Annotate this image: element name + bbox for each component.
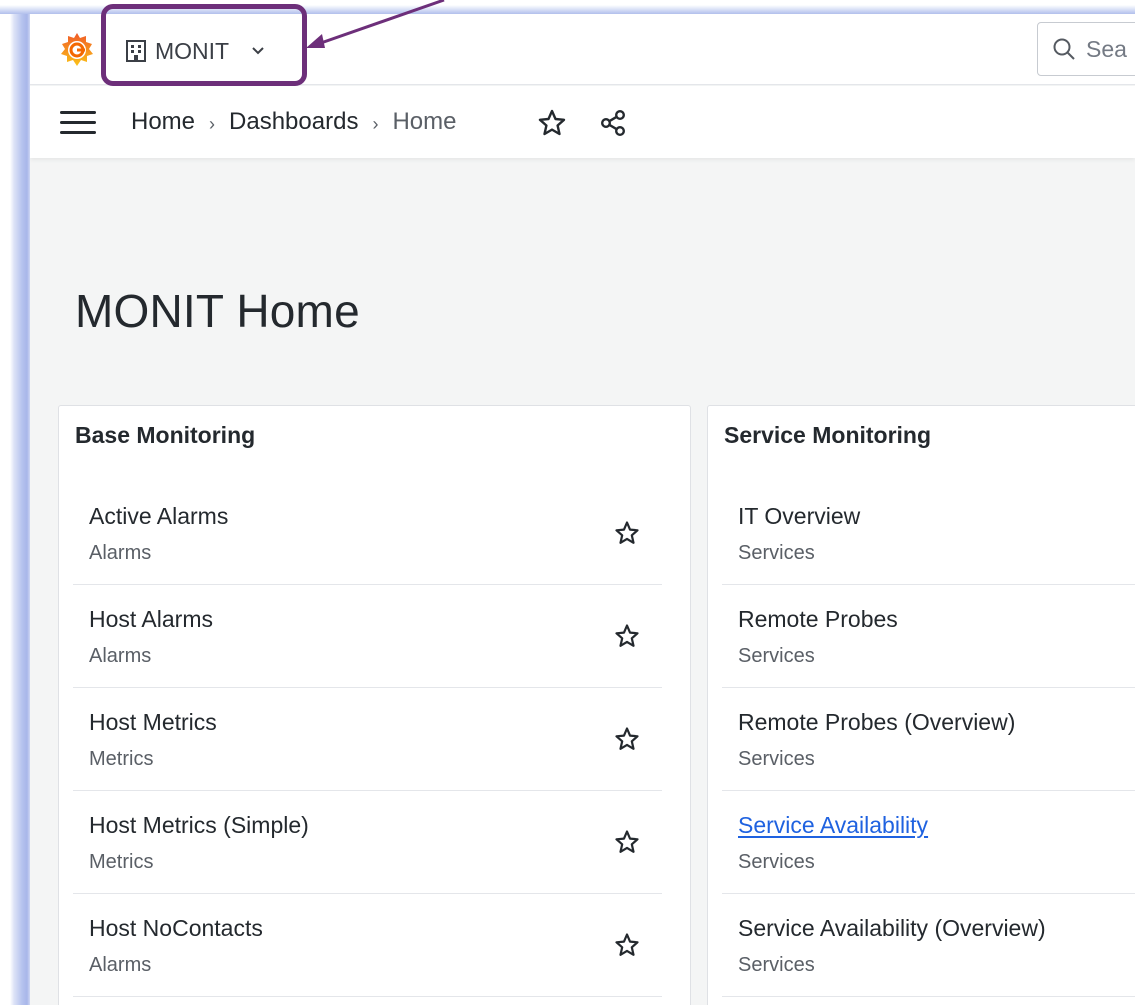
panel-base-monitoring: Base Monitoring Active Alarms Alarms Host … — [58, 405, 691, 1005]
breadcrumb-current: Home — [392, 108, 457, 135]
dashboard-folder: Services — [738, 851, 815, 873]
chevron-right-icon: › — [372, 113, 379, 134]
dashboard-folder: Services — [738, 542, 815, 564]
star-icon[interactable] — [614, 623, 640, 649]
list-item[interactable]: IT Overview Services — [722, 482, 1135, 585]
dashboard-folder: Alarms — [89, 645, 152, 667]
search-input[interactable]: Sea — [1037, 22, 1135, 76]
panel-service-monitoring: Service Monitoring IT Overview Services Re… — [707, 405, 1135, 1005]
dashboard-title[interactable]: IT Overview — [738, 503, 860, 530]
dashboard-folder: Services — [738, 645, 815, 667]
grafana-logo-icon[interactable] — [58, 31, 96, 69]
dashboard-folder: Alarms — [89, 954, 152, 976]
dashboard-title[interactable]: Active Alarms — [89, 503, 228, 530]
star-icon[interactable] — [614, 932, 640, 958]
search-placeholder: Sea — [1086, 35, 1127, 62]
panel-title: Base Monitoring — [75, 422, 256, 448]
breadcrumb: Home › Dashboards › Home — [131, 104, 456, 140]
dashboard-title[interactable]: Host Metrics — [89, 709, 217, 736]
list-item[interactable]: Remote Probes (Overview) Services — [722, 688, 1135, 791]
screenshot: MONIT Sea Home › Dashboards › Home MONIT… — [0, 0, 1135, 1005]
list-item[interactable]: Host NoContacts Alarms — [73, 894, 662, 997]
star-icon[interactable] — [614, 829, 640, 855]
share-icon[interactable] — [598, 108, 628, 138]
dashboard-title[interactable]: Remote Probes — [738, 606, 898, 633]
dashboard-title[interactable]: Remote Probes (Overview) — [738, 709, 1015, 736]
list-item[interactable]: Host Alarms Alarms — [73, 585, 662, 688]
dashboard-title[interactable]: Host Alarms — [89, 606, 213, 633]
list-item[interactable]: Active Alarms Alarms — [73, 482, 662, 585]
star-icon[interactable] — [614, 726, 640, 752]
search-icon — [1053, 38, 1075, 60]
chevron-right-icon: › — [209, 113, 216, 134]
grafana-window: MONIT Sea Home › Dashboards › Home MONIT… — [30, 14, 1135, 1005]
hamburger-menu-icon[interactable] — [60, 109, 98, 137]
breadcrumb-dashboards[interactable]: Dashboards — [229, 108, 358, 136]
annotation-highlight-box — [101, 4, 307, 86]
dashboard-folder: Metrics — [89, 748, 154, 770]
list-item[interactable]: Service Availability (Overview) Services — [722, 894, 1135, 997]
star-icon[interactable] — [614, 520, 640, 546]
panel-title: Service Monitoring — [724, 422, 932, 448]
dashboard-title[interactable]: Service Availability — [738, 812, 928, 839]
dashboard-folder: Alarms — [89, 542, 152, 564]
dashboard-folder: Services — [738, 954, 815, 976]
breadcrumb-bar: Home › Dashboards › Home — [30, 86, 1135, 158]
list-item[interactable]: Host Metrics (Simple) Metrics — [73, 791, 662, 894]
dashboard-title[interactable]: Host NoContacts — [89, 915, 263, 942]
dashboard-title[interactable]: Host Metrics (Simple) — [89, 812, 309, 839]
list-item[interactable]: Remote Probes Services — [722, 585, 1135, 688]
list-item[interactable]: Service Availability Services — [722, 791, 1135, 894]
list-item[interactable]: Host Metrics Metrics — [73, 688, 662, 791]
page-title: MONIT Home — [75, 285, 360, 337]
dashboard-folder: Metrics — [89, 851, 154, 873]
dashboard-title[interactable]: Service Availability (Overview) — [738, 915, 1046, 942]
breadcrumb-home[interactable]: Home — [131, 108, 195, 136]
star-icon[interactable] — [537, 108, 567, 138]
dashboard-folder: Services — [738, 748, 815, 770]
frame-edge-left — [0, 0, 30, 1005]
